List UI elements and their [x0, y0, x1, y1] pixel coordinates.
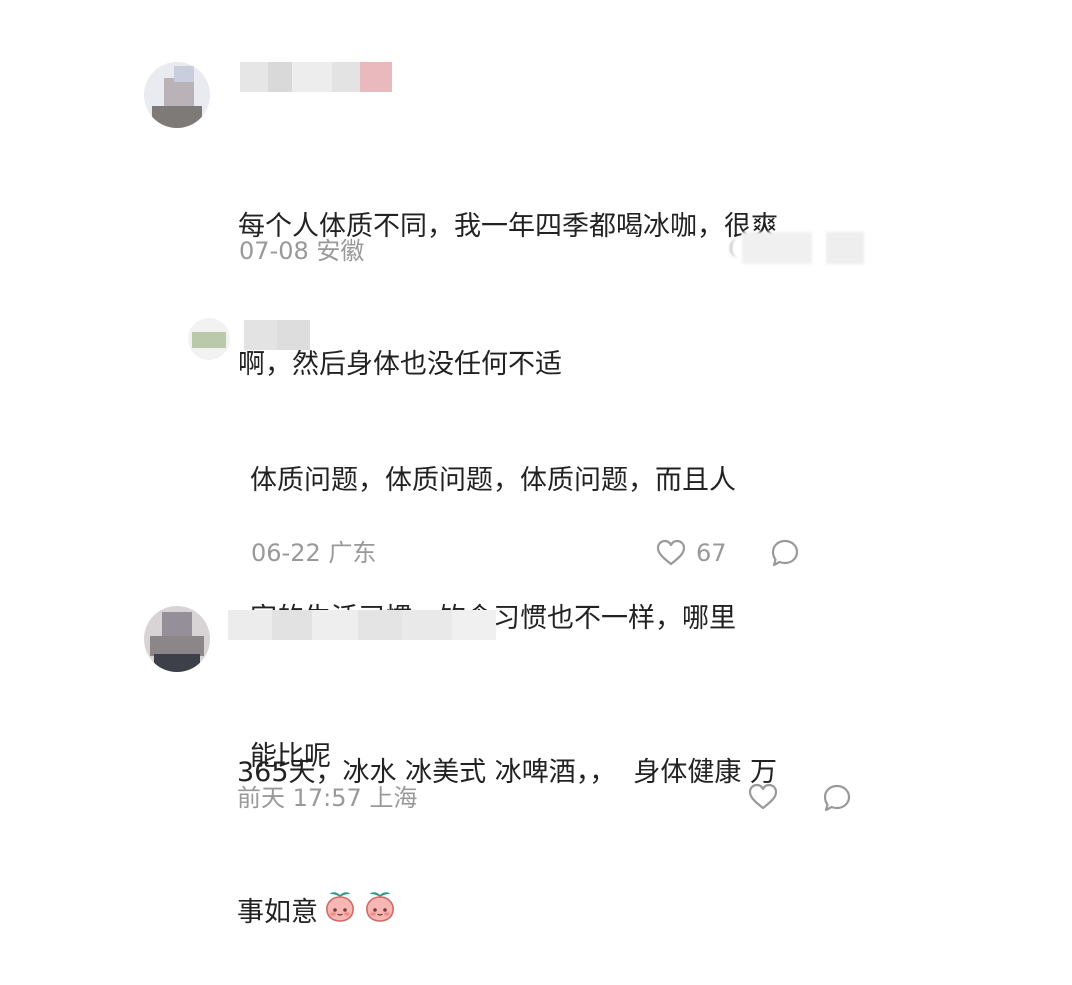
reply-button[interactable]: [770, 538, 800, 568]
comment-bubble-icon: [823, 784, 851, 812]
comment-meta: 前天 17:57 上海: [237, 783, 417, 813]
comment-date: 前天 17:57: [237, 784, 362, 812]
comment-location: 上海: [369, 784, 418, 812]
avatar[interactable]: [188, 318, 230, 360]
username-blurred[interactable]: [228, 610, 496, 640]
avatar[interactable]: [144, 606, 210, 672]
username-blurred[interactable]: [240, 62, 392, 92]
username-blurred[interactable]: [244, 320, 310, 350]
comment-meta: 06-22 广东: [251, 538, 376, 568]
comment-date: 07-08: [239, 237, 309, 265]
comment-text: 365天，冰水 冰美式 冰啤酒，， 身体健康 万 事如意: [237, 658, 857, 985]
peach-emoji: [362, 888, 398, 939]
comment-date: 06-22: [251, 539, 321, 567]
avatar[interactable]: [144, 62, 210, 128]
heart-icon: [748, 783, 778, 810]
like-button[interactable]: [748, 783, 778, 811]
comment-text-line: 事如意: [237, 888, 857, 939]
peach-emoji: [322, 888, 358, 939]
comment-meta: 07-08 安徽: [239, 236, 364, 266]
comment-location: 广东: [328, 539, 377, 567]
reply-button[interactable]: [822, 783, 852, 813]
comment-bubble-icon: [771, 539, 799, 567]
like-button[interactable]: 67: [656, 538, 727, 568]
comment-text-line-part: 事如意: [237, 897, 318, 928]
like-count: 67: [696, 539, 727, 567]
heart-icon: [656, 539, 686, 566]
comment-location: 安徽: [316, 237, 365, 265]
actions-blurred[interactable]: [730, 230, 864, 266]
comment-text-line: 体质问题，体质问题，体质问题，而且人: [250, 465, 736, 496]
